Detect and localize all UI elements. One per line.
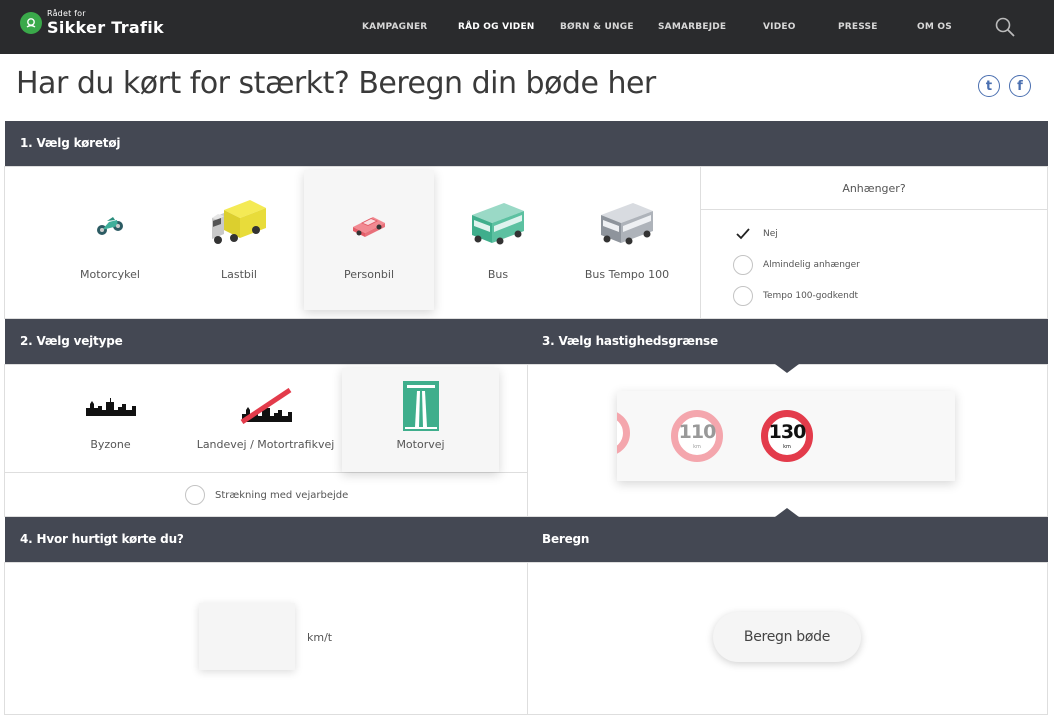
vehicle-label: Bus — [487, 268, 509, 281]
checkmark-icon — [733, 224, 753, 244]
city-exit-icon — [187, 378, 344, 434]
nav-item-video[interactable]: VIDEO — [763, 22, 796, 32]
step2-heading: 2. Vælg vejtype — [5, 319, 528, 364]
calc-heading: Beregn — [527, 517, 1048, 562]
trailer-option-label: Almindelig anhænger — [763, 260, 860, 270]
vehicle-option-car[interactable]: Personbil — [304, 170, 434, 310]
radio-button[interactable] — [733, 255, 753, 275]
vehicle-label: Bus Tempo 100 — [584, 268, 670, 281]
speed-value: 110 — [678, 420, 717, 443]
vehicle-option-bus-tempo-100[interactable]: Bus Tempo 100 — [562, 170, 692, 310]
facebook-share-icon[interactable]: f — [1009, 75, 1031, 97]
speed-sign-130[interactable]: 130 km — [761, 410, 813, 462]
motorway-sign-icon — [342, 378, 499, 434]
brand-name: Sikker Trafik — [47, 18, 165, 37]
bus-icon — [433, 196, 563, 254]
tumblr-share-icon[interactable]: t — [978, 75, 1000, 97]
nav-item-presse[interactable]: PRESSE — [838, 22, 878, 32]
road-label: Byzone — [90, 438, 131, 451]
radio-button[interactable] — [733, 286, 753, 306]
speed-sign-partial — [617, 410, 630, 456]
truck-icon — [174, 196, 304, 254]
city-skyline-icon — [32, 378, 189, 434]
nav-item-samarbejde[interactable]: SAMARBEJDE — [658, 22, 726, 32]
trailer-option-label: Tempo 100-godkendt — [763, 291, 859, 301]
speed-limit-slider[interactable]: 110 km 130 km — [617, 391, 955, 481]
trailer-heading: Anhænger? — [701, 167, 1047, 210]
top-navigation: Rådet for Sikker Trafik KAMPAGNER RÅD OG… — [0, 0, 1054, 54]
brand-logo-link[interactable]: Rådet for Sikker Trafik — [20, 10, 164, 36]
calculate-fine-button[interactable]: Beregn bøde — [713, 612, 861, 662]
vehicle-label: Lastbil — [220, 268, 257, 281]
road-label: Landevej / Motortrafikvej — [196, 438, 335, 451]
search-icon[interactable] — [994, 16, 1016, 38]
trailer-option-label: Nej — [763, 229, 778, 239]
trailer-option-tempo-100[interactable]: Tempo 100-godkendt — [733, 286, 858, 306]
vehicle-option-bus[interactable]: Bus — [433, 170, 563, 310]
vehicle-label: Personbil — [343, 268, 395, 281]
road-option-landevej[interactable]: Landevej / Motortrafikvej — [187, 368, 344, 472]
step3-pointer-arrow — [775, 364, 799, 373]
divider — [5, 472, 527, 473]
speed-sign-110[interactable]: 110 km — [671, 410, 723, 462]
step1-heading: 1. Vælg køretøj — [5, 121, 1048, 166]
vehicle-option-truck[interactable]: Lastbil — [174, 170, 304, 310]
trailer-option-almindelig[interactable]: Almindelig anhænger — [733, 255, 860, 275]
speed-unit-label: km/t — [307, 631, 333, 644]
trailer-option-nej[interactable]: Nej — [733, 224, 778, 244]
bus-tempo-100-icon — [562, 196, 692, 254]
radio-button[interactable] — [185, 485, 205, 505]
road-label: Motorvej — [396, 438, 445, 451]
roadwork-option[interactable]: Strækning med vejarbejde — [185, 485, 348, 505]
step3-heading: 3. Vælg hastighedsgrænse — [527, 319, 1048, 364]
speed-unit: km — [783, 443, 791, 450]
shield-leaf-logo-icon — [20, 12, 42, 34]
nav-item-boern-og-unge[interactable]: BØRN & UNGE — [560, 22, 634, 32]
vehicle-option-motorcycle[interactable]: Motorcykel — [45, 170, 175, 310]
vehicle-label: Motorcykel — [80, 268, 140, 281]
nav-item-om-os[interactable]: OM OS — [917, 22, 952, 32]
brand-tagline: Rådet for — [47, 9, 86, 18]
road-option-motorvej[interactable]: Motorvej — [342, 368, 499, 472]
page-title: Har du kørt for stærkt? Beregn din bøde … — [16, 66, 656, 101]
speed-value: 130 — [768, 420, 807, 443]
roadwork-label: Strækning med vejarbejde — [215, 489, 349, 501]
speed-input[interactable] — [199, 603, 295, 670]
step4-heading: 4. Hvor hurtigt kørte du? — [5, 517, 528, 562]
road-option-byzone[interactable]: Byzone — [32, 368, 189, 472]
speed-unit: km — [693, 443, 701, 450]
nav-item-kampagner[interactable]: KAMPAGNER — [362, 22, 427, 32]
step4-pointer-arrow — [775, 508, 799, 517]
nav-item-raad-og-viden[interactable]: RÅD OG VIDEN — [458, 22, 535, 32]
car-icon — [304, 196, 434, 254]
motorcycle-icon — [45, 196, 175, 254]
